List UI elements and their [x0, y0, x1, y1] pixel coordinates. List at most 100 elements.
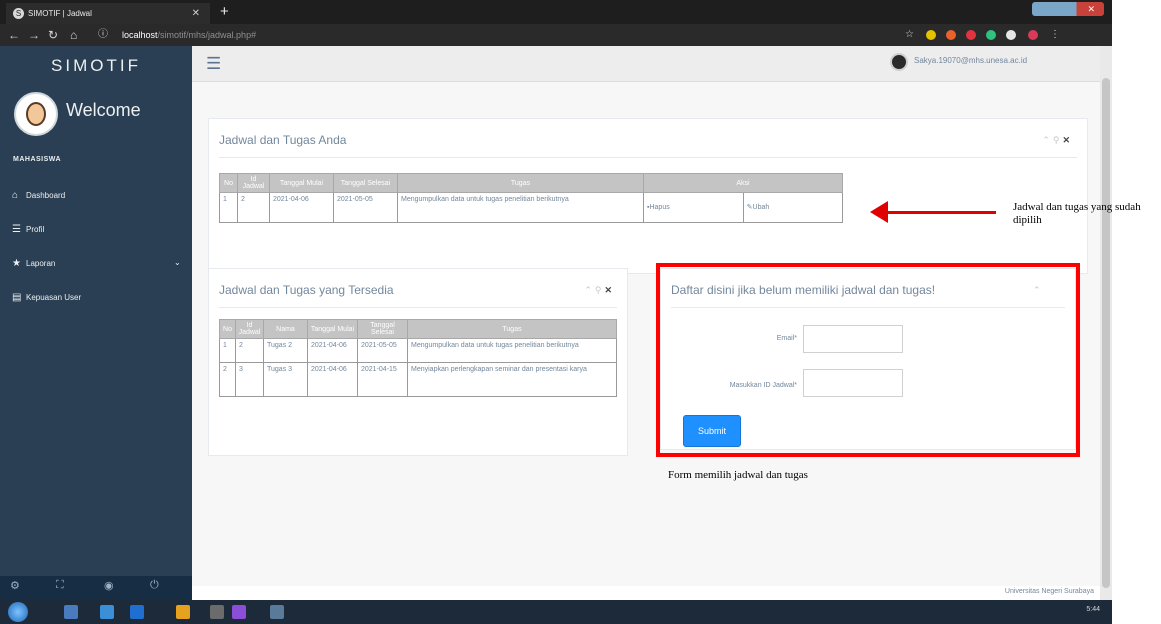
- back-icon[interactable]: ←: [8, 26, 20, 44]
- cell-tugas: Mengumpulkan data untuk tugas penelitian…: [407, 338, 617, 363]
- taskbar-clock[interactable]: 5:44: [1086, 606, 1100, 613]
- user-email[interactable]: Sakya.19070@mhs.unesa.ac.id: [914, 56, 1027, 65]
- panel-jadwal-anda: Jadwal dan Tugas Anda ⌃⚲✕ No Id Jadwal T…: [208, 118, 1088, 274]
- th-tugas: Tugas: [397, 173, 644, 193]
- list-icon: ☰: [12, 224, 21, 235]
- taskbar-app-icon[interactable]: [176, 605, 190, 619]
- cell-selesai: 2021-05-05: [333, 192, 398, 223]
- top-nav: ☰ Sakya.19070@mhs.unesa.ac.id: [192, 46, 1100, 82]
- th-tugas: Tugas: [407, 319, 617, 339]
- url-path: /simotif/mhs/jadwal.php#: [157, 30, 257, 40]
- browser-tab[interactable]: S SIMOTIF | Jadwal ✕: [6, 3, 210, 24]
- hapus-link[interactable]: ▪Hapus: [643, 192, 744, 223]
- user-avatar[interactable]: [890, 53, 908, 71]
- avatar: [14, 92, 58, 136]
- panel-tools[interactable]: ⌃⚲✕: [584, 285, 615, 296]
- collapse-icon[interactable]: ⌃: [1042, 135, 1053, 145]
- cell-id: 2: [237, 192, 270, 223]
- cell-tugas: Mengumpulkan data untuk tugas penelitian…: [397, 192, 644, 223]
- menu-toggle-icon[interactable]: ☰: [206, 54, 221, 74]
- taskbar-app-icon[interactable]: [130, 605, 144, 619]
- taskbar-app-icon[interactable]: [270, 605, 284, 619]
- browser-tab-bar: S SIMOTIF | Jadwal ✕ + ✕: [0, 0, 1112, 24]
- close-icon[interactable]: ✕: [1062, 135, 1073, 145]
- cell-selesai: 2021-05-05: [357, 338, 408, 363]
- close-icon[interactable]: ✕: [604, 285, 615, 295]
- settings-icon[interactable]: ⚙: [10, 579, 20, 592]
- collapse-icon[interactable]: ⌃: [584, 285, 595, 295]
- th-id: Id Jadwal: [237, 173, 270, 193]
- sidebar-item-kepuasan-user[interactable]: ▤ Kepuasan User: [12, 290, 81, 306]
- th-mulai: Tanggal Mulai: [269, 173, 334, 193]
- th-mulai: Tanggal Mulai: [307, 319, 358, 339]
- table-icon: ▤: [12, 292, 22, 303]
- bookmark-star-icon[interactable]: ☆: [905, 26, 914, 44]
- cell-id: 3: [235, 362, 264, 397]
- chevron-down-icon[interactable]: ⌄: [174, 258, 181, 267]
- sidebar-item-label: Profil: [26, 225, 45, 234]
- address-bar: ← → ↻ ⌂ ⓘ localhost/simotif/mhs/jadwal.p…: [0, 24, 1112, 46]
- sidebar-item-label: Laporan: [26, 259, 56, 268]
- taskbar-app-icon[interactable]: [232, 605, 246, 619]
- taskbar-app-icon[interactable]: [100, 605, 114, 619]
- ubah-label: Ubah: [752, 204, 770, 211]
- url-field[interactable]: localhost/simotif/mhs/jadwal.php#: [122, 27, 256, 43]
- panel-tersedia: Jadwal dan Tugas yang Tersedia ⌃⚲✕ No Id…: [208, 268, 628, 456]
- stage: S SIMOTIF | Jadwal ✕ + ✕ ← → ↻ ⌂ ⓘ local…: [0, 0, 1161, 624]
- sidebar-item-label: Dashboard: [26, 191, 66, 200]
- power-icon[interactable]: ⏻: [150, 579, 159, 592]
- extension-icon[interactable]: [966, 30, 976, 40]
- window-controls[interactable]: ✕: [1032, 2, 1104, 16]
- fullscreen-icon[interactable]: ⛶: [56, 579, 64, 592]
- cell-no: 1: [219, 338, 236, 363]
- scrollbar-thumb[interactable]: [1102, 78, 1110, 588]
- extension-icon[interactable]: [986, 30, 996, 40]
- arrow-line: [884, 211, 996, 214]
- extension-icon[interactable]: [946, 30, 956, 40]
- url-host: localhost: [122, 30, 158, 40]
- profile-icon[interactable]: [1028, 30, 1038, 40]
- new-tab-icon[interactable]: +: [220, 2, 229, 22]
- info-icon: ⓘ: [98, 29, 108, 40]
- start-button-icon[interactable]: [8, 602, 28, 622]
- extension-icon[interactable]: [926, 30, 936, 40]
- th-nama: Nama: [263, 319, 308, 339]
- cell-id: 2: [235, 338, 264, 363]
- sidebar-item-laporan[interactable]: ★ Laporan: [12, 256, 55, 272]
- table-row: 1 2 Tugas 2 2021-04-06 2021-05-05 Mengum…: [219, 338, 617, 363]
- cell-mulai: 2021-04-06: [307, 362, 358, 397]
- home-browser-icon[interactable]: ⌂: [70, 26, 77, 44]
- panel-title: Jadwal dan Tugas yang Tersedia: [219, 283, 394, 297]
- panel-divider: [219, 157, 1077, 158]
- close-tab-icon[interactable]: ✕: [192, 3, 200, 24]
- lock-icon[interactable]: ◉: [104, 579, 114, 592]
- taskbar-app-icon[interactable]: [210, 605, 224, 619]
- avatar-face-icon: [26, 102, 46, 126]
- page-scrollbar[interactable]: [1100, 46, 1112, 624]
- hapus-label: Hapus: [649, 204, 670, 211]
- extensions-puzzle-icon[interactable]: [1006, 30, 1016, 40]
- th-no: No: [219, 173, 238, 193]
- annotation-bottom: Form memilih jadwal dan tugas: [668, 469, 808, 481]
- sidebar-item-profil[interactable]: ☰ Profil: [12, 222, 44, 238]
- highlight-box: [656, 263, 1080, 457]
- annotation-right: Jadwal dan tugas yang sudah dipilih: [1013, 201, 1141, 226]
- footer: Universitas Negeri Surabaya: [192, 586, 1100, 600]
- forward-icon[interactable]: →: [28, 26, 40, 44]
- cell-mulai: 2021-04-06: [269, 192, 334, 223]
- wrench-icon[interactable]: ⚲: [595, 285, 605, 295]
- table-jadwal-anda: No Id Jadwal Tanggal Mulai Tanggal Seles…: [219, 173, 844, 223]
- brand-title[interactable]: SIMOTIF: [0, 46, 192, 86]
- reload-icon[interactable]: ↻: [48, 26, 58, 44]
- sidebar-item-dashboard[interactable]: ⌂ Dashboard: [12, 188, 65, 204]
- panel-tools[interactable]: ⌃⚲✕: [1042, 135, 1073, 146]
- panel-divider: [219, 307, 617, 308]
- home-icon: ⌂: [12, 190, 19, 201]
- cell-nama: Tugas 2: [263, 338, 308, 363]
- wrench-icon[interactable]: ⚲: [1053, 135, 1063, 145]
- browser-menu-icon[interactable]: ⋮: [1050, 26, 1060, 44]
- taskbar-app-icon[interactable]: [64, 605, 78, 619]
- cell-tugas: Menyiapkan perlengkapan seminar dan pres…: [407, 362, 617, 397]
- ubah-link[interactable]: ✎Ubah: [742, 192, 844, 223]
- th-selesai: Tanggal Selesai: [333, 173, 398, 193]
